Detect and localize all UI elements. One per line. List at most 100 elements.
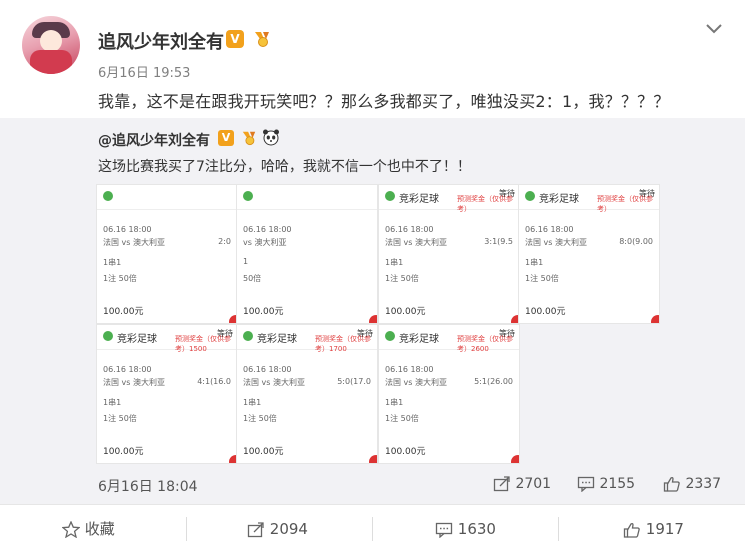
ticket-image[interactable]: 06.16 18:00 vs 澳大利亚 1 50倍 100.00元 <box>236 184 378 324</box>
ticket-teams: 法国 vs 澳大利亚 <box>525 238 587 247</box>
red-badge-icon <box>369 455 377 463</box>
ticket-amount: 100.00元 <box>525 307 566 317</box>
ticket-match-date: 06.16 18:00 <box>525 225 574 234</box>
ticket-image[interactable]: 竞彩足球 预测奖金（仅供参考） 等待 06.16 18:00 法国 vs 澳大利亚 8:0… <box>518 184 660 324</box>
thumbs-up-icon <box>663 476 681 492</box>
post-content: 我靠，这不是在跟我开玩笑吧？？那么多我都买了，唯独没买2：1，我？？？？ <box>98 92 670 111</box>
medal-icon <box>252 30 272 48</box>
ticket-match-date: 06.16 18:00 <box>243 225 292 234</box>
author-name[interactable]: 追风少年刘全有 <box>98 28 224 54</box>
quoted-like-count: 2337 <box>685 476 722 492</box>
ticket-score: 4:1(16.0 <box>197 377 231 386</box>
ticket-title: 竞彩足球 <box>257 334 297 345</box>
red-badge-icon <box>369 315 377 323</box>
ticket-header <box>237 185 377 210</box>
lottery-logo-icon <box>103 331 113 341</box>
ticket-stake: 1注 50倍 <box>103 274 137 283</box>
ticket-match-date: 06.16 18:00 <box>103 225 152 234</box>
quoted-comment-count: 2155 <box>599 476 636 492</box>
lottery-logo-icon <box>385 331 395 341</box>
ticket-bet-type: 1串1 <box>385 398 404 407</box>
ticket-score: 2:0 <box>218 237 231 246</box>
ticket-match-date: 06.16 18:00 <box>385 365 434 374</box>
ticket-amount: 100.00元 <box>385 307 426 317</box>
ticket-amount: 100.00元 <box>243 447 284 457</box>
star-icon <box>62 521 80 538</box>
ticket-amount: 100.00元 <box>243 307 284 317</box>
quoted-repost-count: 2701 <box>515 476 552 492</box>
panda-icon <box>262 128 280 146</box>
chevron-down-icon[interactable] <box>704 22 724 36</box>
avatar[interactable] <box>22 16 80 74</box>
ticket-title: 竞彩足球 <box>399 194 439 205</box>
quoted-comment-stat[interactable]: 2155 <box>577 476 635 492</box>
ticket-score: 5:1(26.00 <box>474 377 513 386</box>
ticket-image[interactable]: 竞彩足球 预测奖金（仅供参考）1700 等待 06.16 18:00 法国 vs 澳大利… <box>236 324 378 464</box>
ticket-image[interactable]: 竞彩足球 预测奖金（仅供参考） 等待 06.16 18:00 法国 vs 澳大利亚 3:1… <box>378 184 520 324</box>
thumbs-up-icon <box>623 522 641 538</box>
avatar-face <box>40 30 62 52</box>
repost-count: 2094 <box>269 520 308 538</box>
avatar-robe <box>30 50 72 74</box>
ticket-bet-type: 1串1 <box>385 258 404 267</box>
ticket-title: 竞彩足球 <box>539 194 579 205</box>
ticket-amount: 100.00元 <box>103 307 144 317</box>
comment-button[interactable]: 1630 <box>435 517 496 541</box>
quoted-author[interactable]: @追风少年刘全有 <box>98 130 210 150</box>
ticket-teams: 法国 vs 澳大利亚 <box>103 238 165 247</box>
ticket-score: 5:0(17.0 <box>337 377 371 386</box>
quoted-medal-icon <box>240 130 258 146</box>
ticket-match-date: 06.16 18:00 <box>243 365 292 374</box>
ticket-match-date: 06.16 18:00 <box>385 225 434 234</box>
red-badge-icon <box>651 315 659 323</box>
ticket-teams: 法国 vs 澳大利亚 <box>243 378 305 387</box>
comment-icon <box>577 476 595 492</box>
ticket-bet-type: 1串1 <box>525 258 544 267</box>
repost-icon <box>247 521 265 538</box>
favorite-button[interactable]: 收藏 <box>62 517 115 541</box>
repost-icon <box>493 476 511 492</box>
ticket-stake: 1注 50倍 <box>243 414 277 423</box>
ticket-stake: 1注 50倍 <box>385 274 419 283</box>
like-button[interactable]: 1917 <box>623 517 684 541</box>
ticket-image[interactable]: 竞彩足球 预测奖金（仅供参考）1500 等待 06.16 18:00 法国 vs 澳大利… <box>96 324 238 464</box>
quoted-content: 这场比赛我买了7注比分，哈哈，我就不信一个也中不了！！ <box>98 159 471 175</box>
ticket-amount: 100.00元 <box>385 447 426 457</box>
ticket-status: 等待 <box>499 329 515 338</box>
ticket-header <box>97 185 237 210</box>
quoted-verified-badge-icon: V <box>218 130 234 146</box>
like-count: 1917 <box>645 520 684 538</box>
ticket-amount: 100.00元 <box>103 447 144 457</box>
ticket-image[interactable]: 竞彩足球 预测奖金（仅供参考）2600 等待 06.16 18:00 法国 vs 澳大利… <box>378 324 520 464</box>
ticket-bet-type: 1串1 <box>243 398 262 407</box>
ticket-bet-type: 1串1 <box>103 258 122 267</box>
favorite-label: 收藏 <box>84 520 115 538</box>
quoted-like-stat[interactable]: 2337 <box>663 476 721 492</box>
ticket-status: 等待 <box>357 329 373 338</box>
ticket-match-date: 06.16 18:00 <box>103 365 152 374</box>
quoted-date[interactable]: 6月16日 18:04 <box>98 476 198 496</box>
quoted-repost-stat[interactable]: 2701 <box>493 476 551 492</box>
ticket-stake: 1注 50倍 <box>103 414 137 423</box>
comment-icon <box>435 522 453 538</box>
lottery-logo-icon <box>525 191 535 201</box>
comment-count: 1630 <box>457 520 496 538</box>
ticket-score: 3:1(9.5 <box>484 237 513 246</box>
repost-button[interactable]: 2094 <box>247 517 308 541</box>
ticket-title: 竞彩足球 <box>399 334 439 345</box>
ticket-teams: 法国 vs 澳大利亚 <box>385 378 447 387</box>
action-separator <box>558 517 559 541</box>
ticket-teams: 法国 vs 澳大利亚 <box>385 238 447 247</box>
lottery-logo-icon <box>243 191 253 201</box>
ticket-stake: 1注 50倍 <box>525 274 559 283</box>
ticket-status: 等待 <box>499 189 515 198</box>
post-time[interactable]: 6月16日 19:53 <box>98 62 190 81</box>
ticket-status: 等待 <box>217 329 233 338</box>
ticket-image[interactable]: 06.16 18:00 法国 vs 澳大利亚 2:0 1串1 1注 50倍 100.00元 <box>96 184 238 324</box>
ticket-status: 等待 <box>639 189 655 198</box>
ticket-title: 竞彩足球 <box>117 334 157 345</box>
ticket-teams: vs 澳大利亚 <box>243 238 287 247</box>
ticket-bet-type: 1 <box>243 257 249 266</box>
red-badge-icon <box>511 455 519 463</box>
ticket-bet-type: 1串1 <box>103 398 122 407</box>
